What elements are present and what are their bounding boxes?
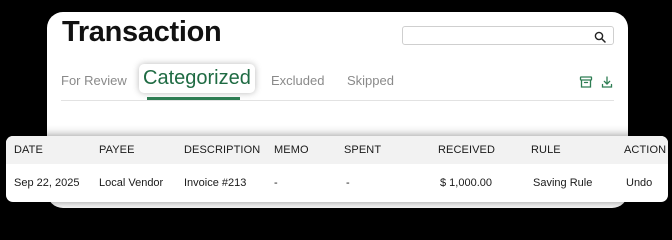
- table-header-row: DATE PAYEE DESCRIPTION MEMO SPENT RECEIV…: [6, 136, 668, 164]
- tab-excluded[interactable]: Excluded: [271, 73, 324, 88]
- column-header-description[interactable]: DESCRIPTION: [184, 144, 260, 156]
- tab-for-review[interactable]: For Review: [61, 73, 127, 88]
- search-icon[interactable]: [594, 30, 606, 43]
- tabs-divider: [61, 100, 614, 101]
- tab-bar: For Review Categorized Excluded Skipped: [61, 64, 621, 100]
- search-input[interactable]: [407, 28, 587, 43]
- cell-payee: Local Vendor: [99, 177, 164, 189]
- column-header-action[interactable]: ACTION: [624, 144, 666, 156]
- tab-categorized[interactable]: Categorized: [139, 64, 255, 93]
- download-icon[interactable]: [600, 75, 614, 89]
- archive-icon[interactable]: [579, 75, 593, 89]
- column-header-rule[interactable]: RULE: [531, 144, 561, 156]
- column-header-spent[interactable]: SPENT: [344, 144, 381, 156]
- column-header-received[interactable]: RECEIVED: [438, 144, 495, 156]
- cell-date: Sep 22, 2025: [14, 177, 80, 189]
- cell-description: Invoice #213: [184, 177, 247, 189]
- table-row[interactable]: Sep 22, 2025 Local Vendor Invoice #213 -…: [6, 164, 668, 202]
- undo-button[interactable]: Undo: [626, 177, 652, 189]
- cell-spent: -: [346, 177, 350, 189]
- cell-received: $ 1,000.00: [440, 177, 492, 189]
- cell-memo: -: [274, 177, 278, 189]
- column-header-memo[interactable]: MEMO: [274, 144, 309, 156]
- transactions-table: DATE PAYEE DESCRIPTION MEMO SPENT RECEIV…: [6, 136, 668, 202]
- cell-rule: Saving Rule: [533, 177, 593, 189]
- column-header-payee[interactable]: PAYEE: [99, 144, 135, 156]
- page-title: Transaction: [62, 16, 222, 48]
- search-box[interactable]: [402, 26, 614, 45]
- column-header-date[interactable]: DATE: [14, 144, 43, 156]
- tab-skipped[interactable]: Skipped: [347, 73, 394, 88]
